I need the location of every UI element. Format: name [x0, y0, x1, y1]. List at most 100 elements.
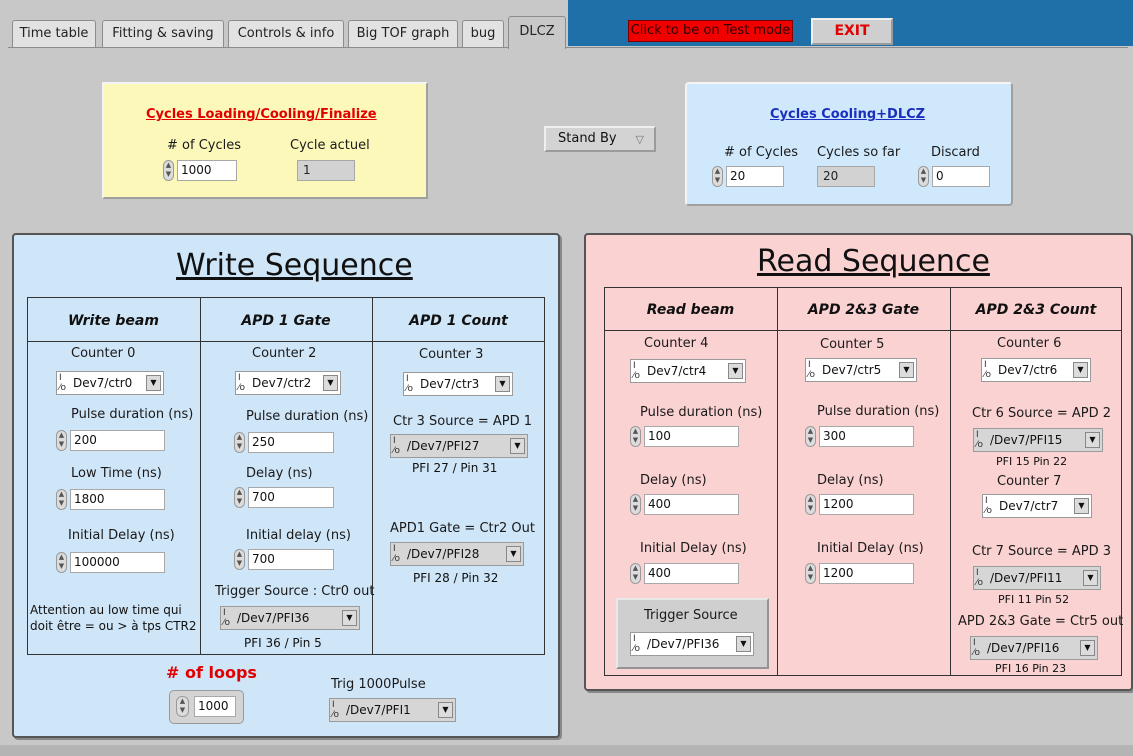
discard-input[interactable]: 0	[932, 166, 990, 187]
dropdown-arrow-icon[interactable]: ▼	[510, 438, 525, 454]
read-trigger-value: /Dev7/PFI36	[647, 637, 720, 651]
dropdown-arrow-icon[interactable]: ▼	[1074, 498, 1089, 514]
cycles-dlcz-box	[685, 82, 1013, 206]
read-delay-spinner[interactable]: ▲ ▼	[630, 494, 641, 515]
counter0-value: Dev7/ctr0	[73, 376, 133, 390]
tab-fitting-saving[interactable]: Fitting & saving	[102, 20, 224, 47]
ctr3-pin-note: PFI 27 / Pin 31	[412, 461, 498, 475]
read-delay-input[interactable]: 400	[644, 494, 739, 515]
apd23-pulse-input[interactable]: 300	[819, 426, 914, 447]
read-sequence-title: Read Sequence	[757, 244, 990, 279]
cycles-count-spinner[interactable]: ▲ ▼	[163, 160, 174, 181]
apd1-pulse-input[interactable]: 250	[248, 432, 334, 453]
ctr7-source-select[interactable]: I ⁄o /Dev7/PFI11 ▼	[973, 566, 1101, 590]
read-init-delay-label: Initial Delay (ns)	[640, 541, 747, 556]
apd23-gate-header: APD 2&3 Gate	[807, 302, 920, 318]
apd23-count-header: APD 2&3 Count	[975, 302, 1097, 318]
apd23-delay-input[interactable]: 1200	[819, 494, 914, 515]
dropdown-arrow-icon[interactable]: ▼	[146, 375, 161, 391]
dropdown-arrow-icon[interactable]: ▼	[1080, 640, 1095, 656]
apd1-delay-spinner[interactable]: ▲ ▼	[234, 487, 245, 508]
dropdown-arrow-icon[interactable]: ▼	[1083, 570, 1098, 586]
loops-input[interactable]: 1000	[194, 696, 236, 717]
trig1000-select[interactable]: I ⁄o /Dev7/PFI1 ▼	[329, 698, 456, 722]
loops-spinner[interactable]: ▲ ▼	[176, 696, 189, 717]
io-icon: I ⁄o	[985, 496, 993, 516]
write-beam-header: Write beam	[68, 313, 159, 329]
tab-bug[interactable]: bug	[462, 20, 504, 47]
io-icon: I ⁄o	[393, 544, 401, 564]
trigger-pin-note: PFI 36 / Pin 5	[244, 636, 322, 650]
standby-selector[interactable]: Stand By ▽	[544, 126, 656, 152]
counter2-select[interactable]: I ⁄o Dev7/ctr2 ▼	[235, 371, 341, 395]
write-col-divider-1	[200, 297, 201, 655]
io-icon: I ⁄o	[976, 568, 984, 588]
apd1-init-delay-spinner[interactable]: ▲ ▼	[234, 549, 245, 570]
write-pulse-spinner[interactable]: ▲ ▼	[56, 430, 67, 451]
read-header-divider	[604, 330, 1122, 331]
counter6-select[interactable]: I ⁄o Dev7/ctr6 ▼	[981, 358, 1091, 382]
trigger-source-value: /Dev7/PFI36	[237, 611, 310, 625]
read-trigger-select[interactable]: I ⁄o /Dev7/PFI36 ▼	[630, 632, 754, 656]
write-pulse-input[interactable]: 200	[70, 430, 165, 451]
read-init-delay-input[interactable]: 400	[644, 563, 739, 584]
io-icon: I ⁄o	[406, 374, 414, 394]
read-pulse-spinner[interactable]: ▲ ▼	[630, 426, 641, 447]
counter7-label: Counter 7	[997, 474, 1062, 489]
dlcz-cycles-label: # of Cycles	[724, 145, 798, 160]
tab-big-tof-graph[interactable]: Big TOF graph	[348, 20, 458, 47]
test-mode-button[interactable]: Click to be on Test mode	[628, 20, 793, 42]
ctr7-pin-note: PFI 11 Pin 52	[998, 593, 1070, 606]
dropdown-arrow-icon[interactable]: ▼	[728, 363, 743, 379]
apd23-init-delay-spinner[interactable]: ▲ ▼	[805, 563, 816, 584]
dropdown-arrow-icon[interactable]: ▼	[438, 702, 453, 718]
ctr3-source-select[interactable]: I ⁄o /Dev7/PFI27 ▼	[390, 434, 528, 458]
dropdown-arrow-icon[interactable]: ▼	[342, 610, 357, 626]
apd23-init-delay-input[interactable]: 1200	[819, 563, 914, 584]
counter4-select[interactable]: I ⁄o Dev7/ctr4 ▼	[630, 359, 746, 383]
read-init-delay-spinner[interactable]: ▲ ▼	[630, 563, 641, 584]
counter7-select[interactable]: I ⁄o Dev7/ctr7 ▼	[982, 494, 1092, 518]
apd23-gate-pin-note: PFI 16 Pin 23	[995, 662, 1067, 675]
dropdown-arrow-icon[interactable]: ▼	[736, 636, 751, 652]
low-time-warning-line2: doit être = ou > à tps CTR2	[30, 619, 197, 633]
apd1-init-delay-input[interactable]: 700	[248, 549, 334, 570]
tab-dlcz[interactable]: DLCZ	[508, 16, 566, 49]
write-low-time-spinner[interactable]: ▲ ▼	[56, 489, 67, 510]
write-init-delay-input[interactable]: 100000	[70, 552, 165, 573]
apd23-gate-src-select[interactable]: I ⁄o /Dev7/PFI16 ▼	[970, 636, 1098, 660]
trigger-source-select[interactable]: I ⁄o /Dev7/PFI36 ▼	[220, 606, 360, 630]
dropdown-arrow-icon[interactable]: ▼	[1073, 362, 1088, 378]
discard-spinner[interactable]: ▲ ▼	[918, 166, 929, 187]
trigger-source-label: Trigger Source : Ctr0 out	[215, 584, 375, 599]
dropdown-arrow-icon[interactable]: ▼	[495, 376, 510, 392]
dropdown-arrow-icon[interactable]: ▼	[899, 362, 914, 378]
tab-controls-info[interactable]: Controls & info	[228, 20, 344, 47]
counter3-select[interactable]: I ⁄o Dev7/ctr3 ▼	[403, 372, 513, 396]
dlcz-cycles-spinner[interactable]: ▲ ▼	[712, 166, 723, 187]
cycles-count-input[interactable]: 1000	[177, 160, 237, 181]
counter0-select[interactable]: I ⁄o Dev7/ctr0 ▼	[56, 371, 164, 395]
apd23-delay-spinner[interactable]: ▲ ▼	[805, 494, 816, 515]
apd23-pulse-spinner[interactable]: ▲ ▼	[805, 426, 816, 447]
tab-time-table[interactable]: Time table	[12, 20, 96, 47]
apd1-pulse-label: Pulse duration (ns)	[246, 409, 369, 424]
io-icon: I ⁄o	[393, 436, 401, 456]
apd1-delay-input[interactable]: 700	[248, 487, 334, 508]
write-sequence-title: Write Sequence	[176, 248, 413, 283]
dropdown-arrow-icon[interactable]: ▼	[506, 546, 521, 562]
exit-button[interactable]: EXIT	[811, 18, 893, 45]
read-pulse-input[interactable]: 100	[644, 426, 739, 447]
write-init-delay-spinner[interactable]: ▲ ▼	[56, 552, 67, 573]
counter3-label: Counter 3	[419, 347, 484, 362]
io-icon: I ⁄o	[223, 608, 231, 628]
dropdown-arrow-icon[interactable]: ▼	[1085, 432, 1100, 448]
apd1-pulse-spinner[interactable]: ▲ ▼	[234, 432, 245, 453]
counter5-select[interactable]: I ⁄o Dev7/ctr5 ▼	[805, 358, 917, 382]
dropdown-arrow-icon[interactable]: ▼	[323, 375, 338, 391]
ctr6-source-select[interactable]: I ⁄o /Dev7/PFI15 ▼	[973, 428, 1103, 452]
dlcz-cycles-input[interactable]: 20	[726, 166, 784, 187]
write-low-time-input[interactable]: 1800	[70, 489, 165, 510]
apd1-gate-src-select[interactable]: I ⁄o /Dev7/PFI28 ▼	[390, 542, 524, 566]
read-col-divider-2	[950, 287, 951, 676]
